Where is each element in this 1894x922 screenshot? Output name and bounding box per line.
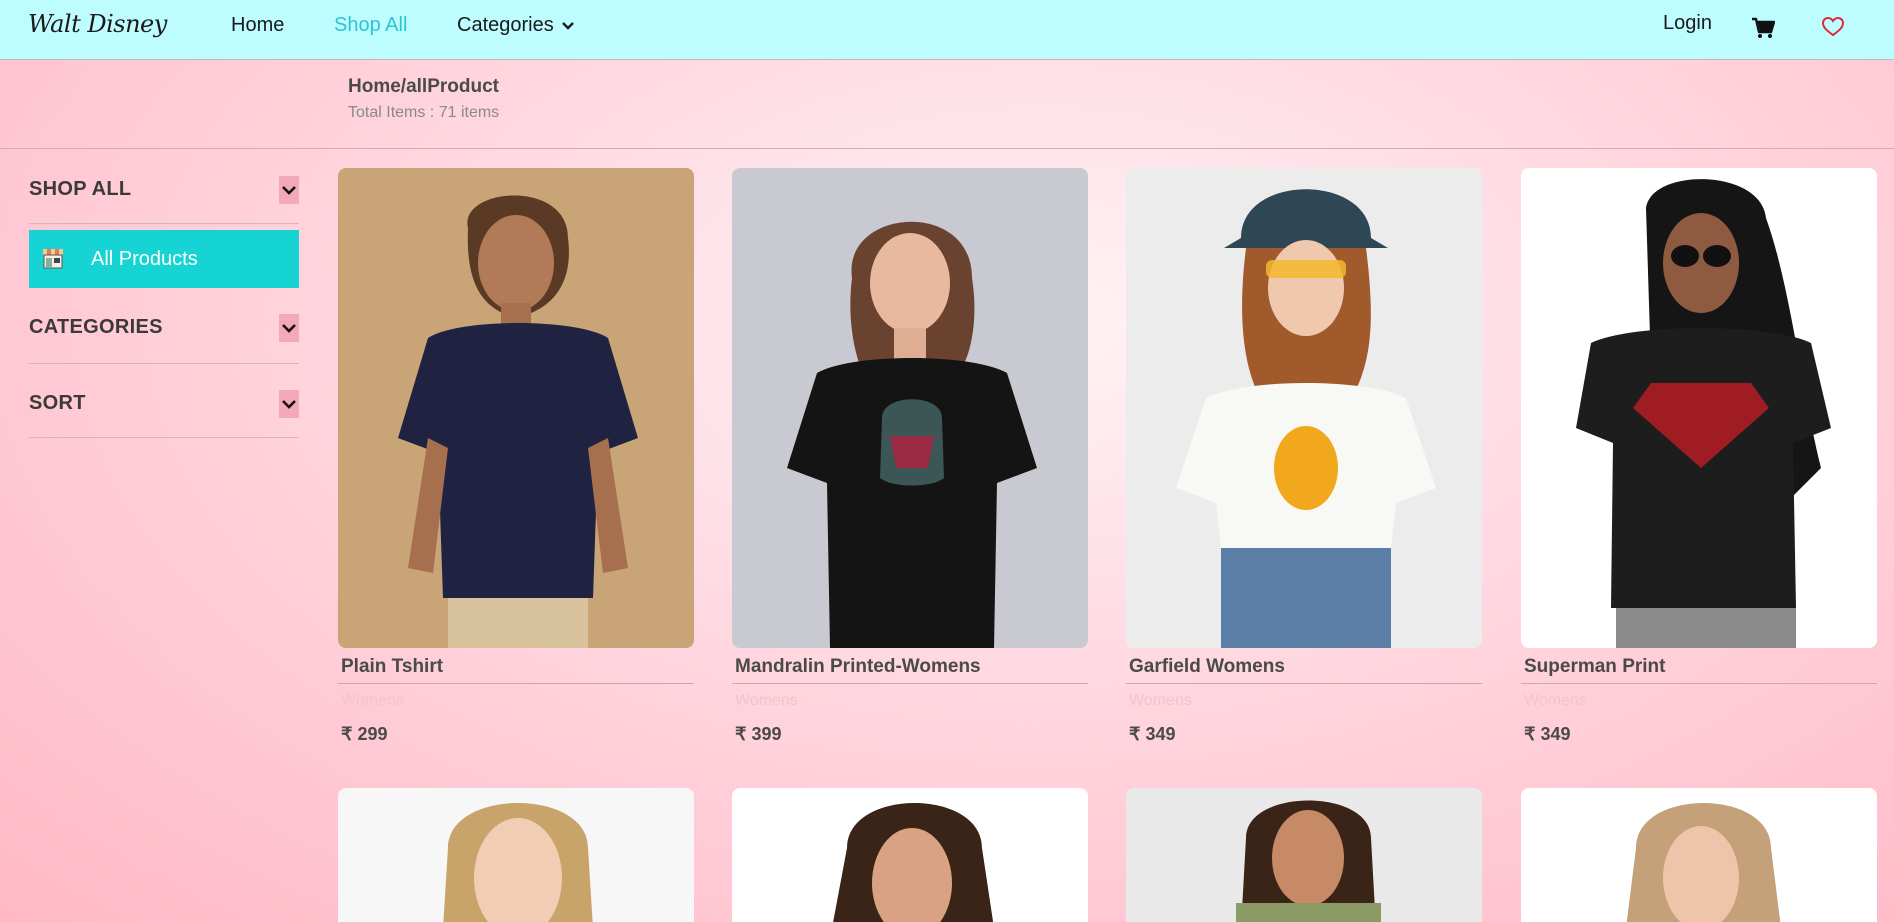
chevron-down-icon [282,186,296,195]
breadcrumb-area: Home/allProduct Total Items : 71 items [0,60,1894,149]
product-image[interactable] [338,788,694,922]
all-products-label: All Products [91,247,198,270]
sort-heading: SORT [29,392,86,414]
product-category: Womens [1129,692,1192,709]
product-name[interactable]: Plain Tshirt [341,656,443,678]
navbar: Walt Disney Home Shop All Categories Log… [0,0,1894,60]
wishlist-heart-icon[interactable] [1822,17,1844,37]
product-price: ₹ 349 [1129,724,1176,744]
product-image[interactable] [1126,168,1482,648]
divider [732,683,1088,684]
product-name[interactable]: Mandralin Printed-Womens [735,656,981,678]
login-link[interactable]: Login [1663,12,1712,35]
product-category: Womens [1524,692,1587,709]
chevron-down-icon [282,400,296,409]
chevron-down-icon [282,324,296,333]
categories-heading: CATEGORIES [29,316,163,338]
product-image[interactable] [732,788,1088,922]
product-name[interactable]: Garfield Womens [1129,656,1285,678]
shop-all-heading: SHOP ALL [29,178,132,200]
all-products-item[interactable]: All Products [29,230,299,288]
filter-sidebar: SHOP ALL All Products CATEGORIES SORT [29,150,299,438]
nav-home-link[interactable]: Home [231,14,284,37]
nav-categories-dropdown[interactable]: Categories [457,14,574,37]
store-icon [43,249,63,269]
product-image[interactable] [732,168,1088,648]
nav-shop-all-link[interactable]: Shop All [334,14,407,37]
shop-all-section[interactable]: SHOP ALL [29,150,299,224]
sort-toggle[interactable] [279,390,299,418]
product-image[interactable] [338,168,694,648]
product-price: ₹ 349 [1524,724,1571,744]
categories-section[interactable]: CATEGORIES [29,288,299,364]
categories-toggle[interactable] [279,314,299,342]
total-items-count: Total Items : 71 items [348,104,500,121]
breadcrumb[interactable]: Home/allProduct [348,76,499,98]
sort-section[interactable]: SORT [29,364,299,438]
divider [1521,683,1877,684]
cart-icon[interactable] [1751,17,1775,39]
product-image[interactable] [1521,788,1877,922]
product-image[interactable] [1126,788,1482,922]
product-price: ₹ 399 [735,724,782,744]
nav-categories-label: Categories [457,14,554,36]
divider [1126,683,1482,684]
product-category: Womens [735,692,798,709]
product-image[interactable] [1521,168,1877,648]
product-name[interactable]: Superman Print [1524,656,1665,678]
chevron-down-icon [561,21,574,30]
shop-all-toggle[interactable] [279,176,299,204]
product-category: Womens [341,692,404,709]
brand-logo[interactable]: Walt Disney [28,10,167,46]
product-price: ₹ 299 [341,724,388,744]
divider [338,683,694,684]
